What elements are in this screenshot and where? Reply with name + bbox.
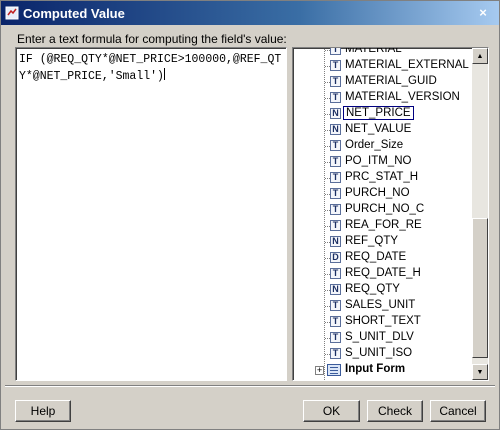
field-name: REQ_QTY <box>345 283 400 295</box>
field-type-icon: N <box>330 108 341 119</box>
field-type-icon: T <box>330 92 341 103</box>
field-item[interactable]: T MATERIAL_EXTERNAL <box>293 58 473 74</box>
field-item[interactable]: T MATERIAL_VERSION <box>293 90 473 106</box>
field-item[interactable]: T PRC_STAT_H <box>293 170 473 186</box>
field-name: MATERIAL <box>345 47 402 55</box>
scroll-down-button[interactable]: ▼ <box>472 364 488 380</box>
field-name: Order_Size <box>345 139 404 151</box>
field-type-icon: N <box>330 236 341 247</box>
field-type-icon: T <box>330 48 341 55</box>
field-tree: T MATERIAL T MATERIAL_EXTERNAL T MATERIAL_GUI… <box>293 47 473 380</box>
text-caret <box>163 68 165 80</box>
field-name: S_UNIT_ISO <box>345 347 413 359</box>
field-item[interactable]: D REQ_DATE <box>293 250 473 266</box>
field-name: NET_PRICE <box>343 106 414 120</box>
field-item[interactable]: T Order_Size <box>293 138 473 154</box>
field-item[interactable]: T MATERIAL_GUID <box>293 74 473 90</box>
field-type-icon: T <box>330 76 341 87</box>
field-type-icon: N <box>330 124 341 135</box>
field-item[interactable]: T S_UNIT_DLV <box>293 330 473 346</box>
field-name: SALES_UNIT <box>345 299 416 311</box>
field-item[interactable]: T PURCH_NO <box>293 186 473 202</box>
field-name: REA_FOR_RE <box>345 219 422 231</box>
field-name: MATERIAL_VERSION <box>345 91 460 103</box>
field-type-icon: T <box>330 140 341 151</box>
field-type-icon: T <box>330 348 341 359</box>
tree-node-label: Input Form <box>345 363 406 375</box>
cancel-button[interactable]: Cancel <box>430 400 486 422</box>
field-name: SHORT_TEXT <box>345 315 421 327</box>
field-type-icon: T <box>330 60 341 71</box>
field-name: PO_ITM_NO <box>345 155 412 167</box>
field-name: REQ_DATE <box>345 251 407 263</box>
help-button[interactable]: Help <box>15 400 71 422</box>
field-item[interactable]: N REQ_QTY <box>293 282 473 298</box>
field-item[interactable]: T PO_ITM_NO <box>293 154 473 170</box>
field-item[interactable]: T SHORT_TEXT <box>293 314 473 330</box>
field-type-icon: T <box>330 316 341 327</box>
field-type-icon: D <box>330 252 341 263</box>
dialog-title: Computed Value <box>23 5 125 21</box>
field-item[interactable]: T S_UNIT_ISO <box>293 346 473 362</box>
field-item[interactable]: T SALES_UNIT <box>293 298 473 314</box>
tree-node-input-form[interactable]: + Input Form <box>293 362 473 378</box>
ok-button[interactable]: OK <box>303 400 360 422</box>
field-name: S_UNIT_DLV <box>345 331 414 343</box>
field-type-icon: T <box>330 188 341 199</box>
field-name: PURCH_NO <box>345 187 410 199</box>
field-item[interactable]: T PURCH_NO_C <box>293 202 473 218</box>
close-icon[interactable]: × <box>475 5 491 20</box>
field-name: MATERIAL_GUID <box>345 75 437 87</box>
field-type-icon: T <box>330 332 341 343</box>
scroll-up-button[interactable]: ▲ <box>472 48 488 64</box>
app-icon <box>5 6 19 20</box>
computed-value-dialog: Computed Value × Enter a text formula fo… <box>0 0 500 430</box>
field-type-icon: T <box>330 172 341 183</box>
field-item[interactable]: T MATERIAL <box>293 47 473 58</box>
scroll-thumb[interactable] <box>472 218 488 358</box>
field-list-scrollbar[interactable]: ▲ ▼ <box>472 48 488 380</box>
field-name: PURCH_NO_C <box>345 203 425 215</box>
field-name: REQ_DATE_H <box>345 267 421 279</box>
form-icon <box>327 364 341 376</box>
field-list-panel[interactable]: T MATERIAL T MATERIAL_EXTERNAL T MATERIAL_GUI… <box>292 47 489 381</box>
field-name: PRC_STAT_H <box>345 171 419 183</box>
button-separator <box>5 385 495 387</box>
field-name: REF_QTY <box>345 235 399 247</box>
field-type-icon: T <box>330 268 341 279</box>
field-type-icon: T <box>330 220 341 231</box>
field-item[interactable]: N REF_QTY <box>293 234 473 250</box>
field-item[interactable]: T REQ_DATE_H <box>293 266 473 282</box>
check-button[interactable]: Check <box>367 400 423 422</box>
field-item[interactable]: N NET_PRICE <box>293 106 473 122</box>
field-type-icon: T <box>330 300 341 311</box>
title-bar[interactable]: Computed Value × <box>1 1 499 25</box>
field-type-icon: N <box>330 284 341 295</box>
field-type-icon: T <box>330 204 341 215</box>
field-name: MATERIAL_EXTERNAL <box>345 59 469 71</box>
formula-text: IF (@REQ_QTY*@NET_PRICE>100000,@REF_QTY*… <box>19 53 282 83</box>
formula-editor[interactable]: IF (@REQ_QTY*@NET_PRICE>100000,@REF_QTY*… <box>15 47 287 381</box>
field-item[interactable]: T REA_FOR_RE <box>293 218 473 234</box>
field-type-icon: T <box>330 156 341 167</box>
field-name: NET_VALUE <box>345 123 412 135</box>
formula-prompt-label: Enter a text formula for computing the f… <box>17 32 287 46</box>
expand-icon[interactable]: + <box>315 366 324 375</box>
field-item[interactable]: N NET_VALUE <box>293 122 473 138</box>
